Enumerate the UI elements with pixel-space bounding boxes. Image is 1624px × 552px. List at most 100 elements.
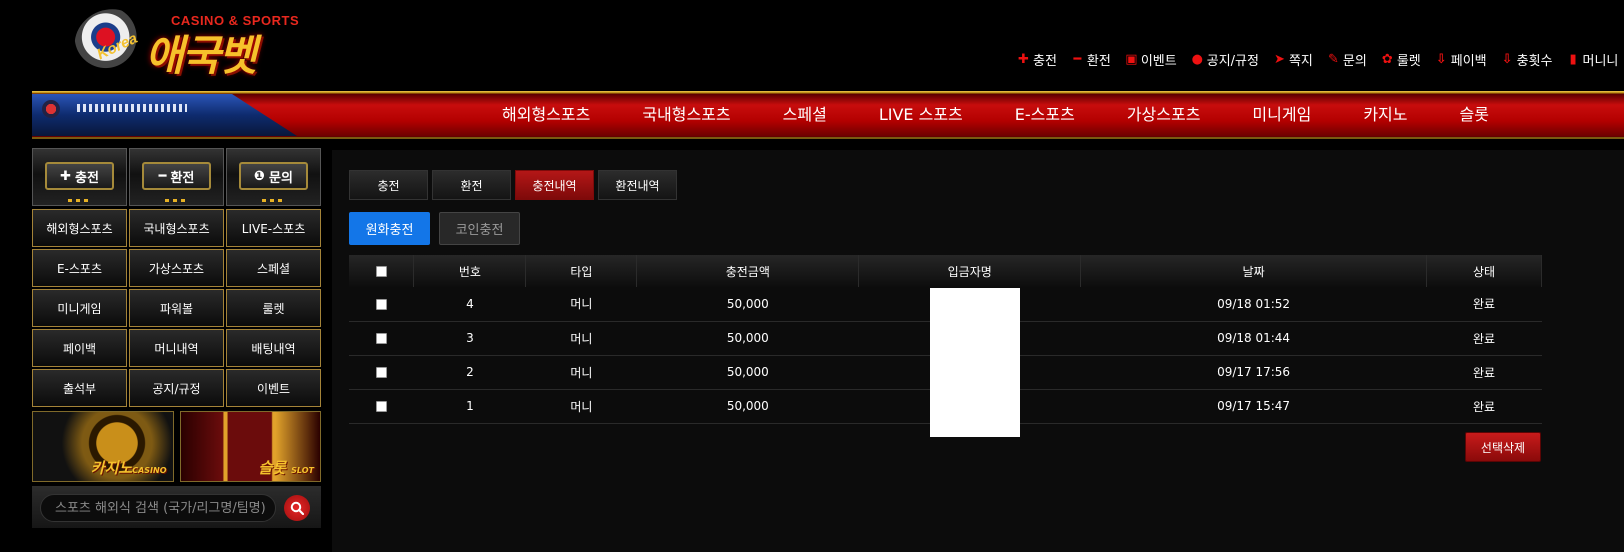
- cell-type: 머니: [525, 389, 637, 424]
- nav-item-5[interactable]: 가상스포츠: [1101, 91, 1227, 139]
- row-select-cell: [349, 389, 414, 424]
- gold-dots-decoration: [67, 199, 92, 202]
- sidebar-item-0[interactable]: 해외형스포츠: [32, 209, 127, 247]
- quick-button-face: ━ 환전: [142, 162, 211, 190]
- nav-item-2[interactable]: 스페셜: [757, 91, 853, 139]
- casino-banner[interactable]: 카지노CASINO: [32, 411, 174, 482]
- search-input[interactable]: [40, 494, 276, 522]
- top-menu-item-4[interactable]: ➤ 쪽지: [1273, 50, 1313, 69]
- cell-date: 09/17 15:47: [1080, 389, 1427, 424]
- slot-banner[interactable]: 슬롯 SLOT: [179, 411, 321, 482]
- quick-buttons: ✚ 충전 ━ 환전 ❶ 문의: [32, 148, 321, 206]
- subtab-1[interactable]: 코인충전: [439, 212, 520, 245]
- top-menu-label: 페이백: [1450, 54, 1487, 69]
- sidebar-item-12[interactable]: 출석부: [32, 369, 127, 407]
- nav-item-1[interactable]: 국내형스포츠: [616, 91, 756, 139]
- delete-selected-button[interactable]: 선택삭제: [1465, 432, 1541, 462]
- select-all-checkbox[interactable]: [375, 266, 387, 277]
- nav-item-7[interactable]: 카지노: [1337, 91, 1433, 139]
- top-menu-item-7[interactable]: ⇩ 페이백: [1435, 50, 1487, 69]
- sidebar-item-10[interactable]: 머니내역: [129, 329, 224, 367]
- nav-item-6[interactable]: 미니게임: [1226, 91, 1337, 139]
- cell-amount: 50,000: [636, 355, 859, 390]
- currency-tabs: 원화충전 코인충전: [349, 212, 520, 245]
- top-menu-item-5[interactable]: ✎ 문의: [1327, 50, 1367, 69]
- select-all-cell: [349, 255, 415, 287]
- gold-dots-decoration: [261, 199, 286, 202]
- row-checkbox[interactable]: [375, 401, 387, 412]
- sidebar-menu-grid: 해외형스포츠 국내형스포츠 LIVE-스포츠 E-스포츠 가상스포츠 스페셜미니게임 파워볼…: [32, 209, 321, 407]
- search-icon: [290, 501, 304, 515]
- column-header-5: 상태: [1426, 255, 1542, 287]
- main-nav: 해외형스포츠 국내형스포츠 스페셜 LIVE 스포츠 E-스포츠 가상스포츠 미니게임 카지노…: [32, 91, 1624, 139]
- top-menu-item-2[interactable]: ▣ 이벤트: [1125, 50, 1177, 69]
- content-panel: 충전 환전 충전내역 환전내역 원화충전 코인충전 번호 타입 충전금액 입금자명 날짜 상태 4…: [332, 150, 1624, 552]
- sidebar-item-7[interactable]: 파워볼: [129, 289, 224, 327]
- quick-button-2[interactable]: ❶ 문의: [226, 148, 321, 206]
- column-header-2: 충전금액: [636, 255, 860, 287]
- sidebar-item-3[interactable]: E-스포츠: [32, 249, 127, 287]
- sidebar-item-1[interactable]: 국내형스포츠: [129, 209, 224, 247]
- site-logo[interactable]: Korea CASINO & SPORTS 애국벳: [64, 0, 310, 90]
- top-menu-item-6[interactable]: ✿ 룰렛: [1381, 50, 1421, 69]
- plus-icon: ✚: [60, 168, 71, 184]
- page: Korea CASINO & SPORTS 애국벳 ✚ 충전 ━ 환전 ▣ 이벤트 ● 공지/…: [0, 0, 1624, 552]
- top-menu-item-9[interactable]: ▮ 머니니: [1567, 50, 1619, 69]
- depositor-name-mask: [930, 288, 1020, 437]
- column-header-3: 입금자명: [858, 255, 1082, 287]
- row-select-cell: [349, 287, 414, 322]
- calendar-icon: ▣: [1125, 52, 1138, 67]
- quick-button-label: 충전: [74, 170, 99, 186]
- quick-button-0[interactable]: ✚ 충전: [32, 148, 127, 206]
- sidebar-item-8[interactable]: 룰렛: [226, 289, 321, 327]
- nav-items: 해외형스포츠 국내형스포츠 스페셜 LIVE 스포츠 E-스포츠 가상스포츠 미니게임 카지노…: [502, 91, 1515, 139]
- tab-0[interactable]: 충전: [349, 170, 428, 200]
- cell-type: 머니: [525, 355, 637, 390]
- cell-date: 09/18 01:44: [1080, 321, 1427, 356]
- top-menu-label: 쪽지: [1288, 54, 1313, 69]
- search-button[interactable]: [284, 495, 310, 521]
- top-menu-label: 머니니: [1582, 54, 1619, 69]
- subtab-0[interactable]: 원화충전: [349, 212, 430, 245]
- sidebar-item-5[interactable]: 스페셜: [226, 249, 321, 287]
- nav-item-3[interactable]: LIVE 스포츠: [853, 91, 989, 139]
- gift-icon: ✿: [1381, 52, 1393, 67]
- tab-3[interactable]: 환전내역: [598, 170, 677, 200]
- top-menu-label: 충전: [1033, 54, 1057, 69]
- row-checkbox[interactable]: [375, 367, 387, 378]
- cell-status: 완료: [1426, 321, 1542, 356]
- tab-2[interactable]: 충전내역: [515, 170, 594, 200]
- slot-banner-title: 슬롯: [258, 459, 286, 477]
- count-icon: ⇩: [1501, 52, 1513, 67]
- nav-item-4[interactable]: E-스포츠: [989, 91, 1101, 139]
- nav-flag-decoration: [32, 94, 297, 136]
- sidebar-item-2[interactable]: LIVE-스포츠: [226, 209, 321, 247]
- cell-amount: 50,000: [636, 321, 859, 356]
- row-checkbox[interactable]: [375, 298, 387, 310]
- top-menu-item-8[interactable]: ⇩ 충횟수: [1501, 50, 1553, 69]
- quick-button-label: 문의: [269, 170, 293, 186]
- cell-no: 4: [413, 287, 526, 322]
- quick-button-label: 환전: [170, 170, 195, 186]
- top-menu-label: 충횟수: [1516, 54, 1553, 69]
- sidebar-item-11[interactable]: 배팅내역: [226, 329, 321, 367]
- top-menu-item-1[interactable]: ━ 환전: [1071, 50, 1111, 69]
- row-checkbox[interactable]: [375, 333, 387, 344]
- sidebar-item-14[interactable]: 이벤트: [226, 369, 321, 407]
- nav-item-8[interactable]: 슬롯: [1433, 91, 1514, 139]
- column-header-1: 타입: [525, 255, 638, 287]
- quick-button-1[interactable]: ━ 환전: [129, 148, 224, 206]
- top-menu-label: 환전: [1086, 54, 1111, 69]
- logo-name: 애국벳: [145, 31, 257, 80]
- top-menu-label: 이벤트: [1140, 54, 1177, 69]
- tab-1[interactable]: 환전: [432, 170, 511, 200]
- top-menu-item-0[interactable]: ✚ 충전: [1017, 50, 1057, 69]
- nav-item-0[interactable]: 해외형스포츠: [502, 91, 616, 139]
- top-menu-item-3[interactable]: ● 공지/규정: [1191, 50, 1259, 69]
- sidebar-item-9[interactable]: 페이백: [32, 329, 127, 367]
- send-icon: ➤: [1274, 52, 1285, 67]
- sidebar-item-6[interactable]: 미니게임: [32, 289, 127, 327]
- sidebar-item-4[interactable]: 가상스포츠: [129, 249, 224, 287]
- payback-icon: ⇩: [1435, 52, 1447, 67]
- sidebar-item-13[interactable]: 공지/규정: [129, 369, 224, 407]
